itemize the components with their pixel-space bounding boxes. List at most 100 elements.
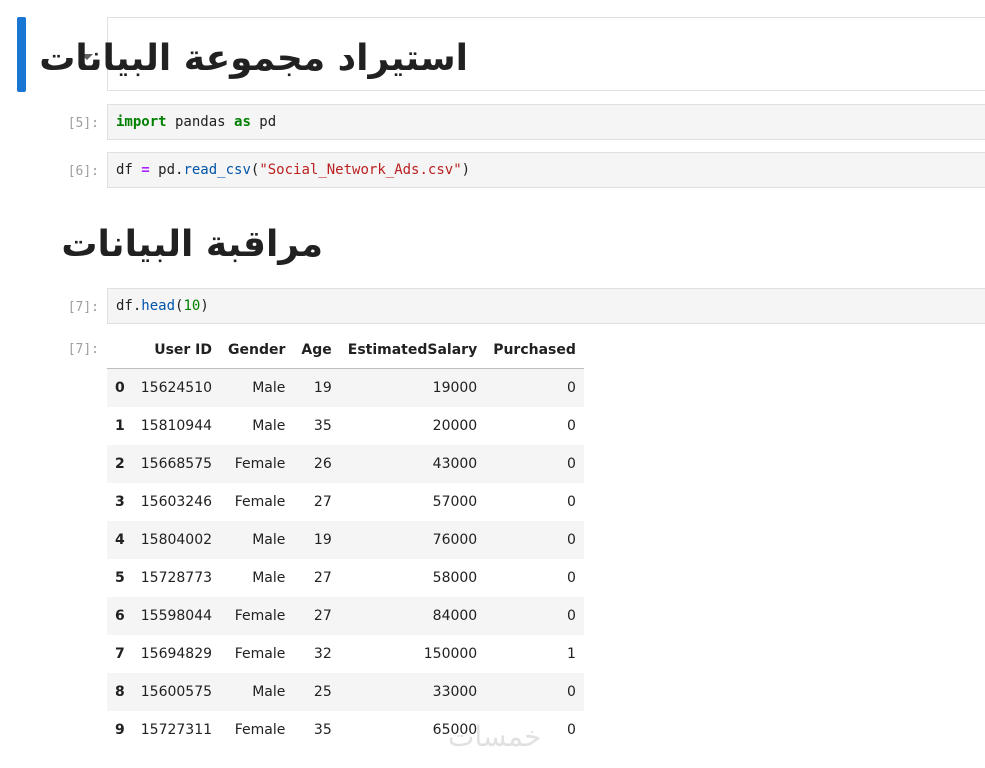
code-keyword: as bbox=[234, 114, 251, 130]
table-row: 3 15603246 Female 27 57000 0 bbox=[107, 483, 584, 521]
table-row: 8 15600575 Male 25 33000 0 bbox=[107, 672, 584, 711]
cell-gender: Female bbox=[234, 455, 286, 472]
cell-age: 27 bbox=[313, 493, 332, 510]
cell-prompt-5: [5]: bbox=[67, 116, 99, 131]
cell-estimated-salary: 76000 bbox=[432, 531, 478, 548]
table-row: 7 15694829 Female 32 150000 1 bbox=[107, 635, 584, 673]
row-index: 3 bbox=[115, 493, 125, 510]
code-text: ) bbox=[461, 162, 471, 178]
cell-age: 27 bbox=[313, 607, 332, 624]
row-index: 7 bbox=[115, 645, 125, 662]
column-header-gender: Gender bbox=[220, 332, 294, 369]
cell-user-id: 15728773 bbox=[140, 569, 213, 586]
column-header-purchased: Purchased bbox=[485, 332, 584, 369]
table-row: 6 15598044 Female 27 84000 0 bbox=[107, 596, 584, 635]
code-line: df.head(10) bbox=[116, 298, 209, 314]
cell-purchased: 0 bbox=[566, 607, 576, 624]
table-row: 2 15668575 Female 26 43000 0 bbox=[107, 444, 584, 483]
table-row: 1 15810944 Male 35 20000 0 bbox=[107, 407, 584, 445]
cell-gender: Female bbox=[234, 721, 286, 738]
cell-prompt-7: [7]: bbox=[67, 300, 99, 315]
code-number: 10 bbox=[183, 298, 201, 314]
cell-user-id: 15624510 bbox=[140, 379, 213, 396]
table-row: 0 15624510 Male 19 19000 0 bbox=[107, 368, 584, 407]
cell-estimated-salary: 84000 bbox=[432, 607, 478, 624]
code-line: import pandas as pd bbox=[116, 114, 276, 130]
cell-age: 35 bbox=[313, 721, 332, 738]
cell-gender: Male bbox=[252, 683, 286, 700]
output-prompt-7: [7]: bbox=[67, 342, 99, 357]
code-cell-read-csv[interactable]: df = pd.read_csv("Social_Network_Ads.csv… bbox=[107, 152, 985, 188]
watermark-logo: خمسات bbox=[448, 720, 542, 753]
cell-estimated-salary: 43000 bbox=[432, 455, 478, 472]
cell-user-id: 15668575 bbox=[140, 455, 213, 472]
code-string: "Social_Network_Ads.csv" bbox=[259, 162, 462, 178]
row-index: 1 bbox=[115, 417, 125, 434]
column-header-age: Age bbox=[293, 332, 340, 369]
column-header-index bbox=[107, 332, 133, 369]
table-row: 4 15804002 Male 19 76000 0 bbox=[107, 520, 584, 559]
code-text: pd bbox=[250, 114, 277, 130]
cell-purchased: 0 bbox=[566, 531, 576, 548]
cell-estimated-salary: 58000 bbox=[432, 569, 478, 586]
cell-age: 32 bbox=[313, 645, 332, 662]
active-cell-indicator[interactable] bbox=[17, 17, 26, 92]
table-header-row: User ID Gender Age EstimatedSalary Purch… bbox=[107, 332, 584, 369]
cell-age: 26 bbox=[313, 455, 332, 472]
row-index: 0 bbox=[115, 379, 125, 396]
cell-purchased: 0 bbox=[566, 417, 576, 434]
cell-prompt-6: [6]: bbox=[67, 164, 99, 179]
dataframe-output: User ID Gender Age EstimatedSalary Purch… bbox=[107, 332, 584, 749]
code-cell-head[interactable]: df.head(10) bbox=[107, 288, 985, 324]
cell-purchased: 0 bbox=[566, 493, 576, 510]
cell-purchased: 0 bbox=[566, 569, 576, 586]
row-index: 8 bbox=[115, 683, 125, 700]
cell-purchased: 0 bbox=[566, 379, 576, 396]
cell-age: 27 bbox=[313, 569, 332, 586]
column-header-estimated-salary: EstimatedSalary bbox=[339, 332, 486, 369]
notebook: استيراد مجموعة البيانات [5]: import pand… bbox=[0, 0, 985, 768]
code-keyword: import bbox=[116, 114, 167, 130]
cell-gender: Male bbox=[252, 569, 286, 586]
code-operator: = bbox=[141, 162, 150, 178]
cell-purchased: 0 bbox=[566, 683, 576, 700]
cell-age: 25 bbox=[313, 683, 332, 700]
cell-purchased: 1 bbox=[566, 645, 576, 662]
row-index: 4 bbox=[115, 531, 125, 548]
cell-estimated-salary: 33000 bbox=[432, 683, 478, 700]
cell-user-id: 15804002 bbox=[140, 531, 213, 548]
cell-user-id: 15600575 bbox=[140, 683, 213, 700]
row-index: 6 bbox=[115, 607, 125, 624]
cell-age: 19 bbox=[313, 379, 332, 396]
code-text: df. bbox=[116, 298, 142, 314]
code-text: pandas bbox=[166, 114, 235, 130]
row-index: 2 bbox=[115, 455, 125, 472]
code-line: df = pd.read_csv("Social_Network_Ads.csv… bbox=[116, 162, 470, 178]
heading-observe-data: مراقبة البيانات bbox=[61, 224, 323, 265]
cell-user-id: 15598044 bbox=[140, 607, 213, 624]
code-text: pd. bbox=[149, 162, 184, 178]
cell-user-id: 15694829 bbox=[140, 645, 213, 662]
code-function: head bbox=[141, 298, 176, 314]
code-cell-import[interactable]: import pandas as pd bbox=[107, 104, 985, 140]
cell-gender: Male bbox=[252, 379, 286, 396]
code-text: ) bbox=[200, 298, 209, 314]
table-row: 5 15728773 Male 27 58000 0 bbox=[107, 559, 584, 597]
cell-estimated-salary: 20000 bbox=[432, 417, 478, 434]
cell-gender: Female bbox=[234, 607, 286, 624]
column-header-user-id: User ID bbox=[132, 332, 221, 369]
cell-age: 19 bbox=[313, 531, 332, 548]
heading-import-dataset: استيراد مجموعة البيانات bbox=[39, 38, 468, 79]
cell-gender: Male bbox=[252, 531, 286, 548]
cell-gender: Female bbox=[234, 493, 286, 510]
cell-user-id: 15727311 bbox=[140, 721, 213, 738]
code-text: df bbox=[116, 162, 142, 178]
cell-age: 35 bbox=[313, 417, 332, 434]
cell-purchased: 0 bbox=[566, 455, 576, 472]
cell-estimated-salary: 150000 bbox=[423, 645, 478, 662]
code-function: read_csv bbox=[183, 162, 251, 178]
cell-estimated-salary: 57000 bbox=[432, 493, 478, 510]
cell-gender: Male bbox=[252, 417, 286, 434]
row-index: 9 bbox=[115, 721, 125, 738]
cell-user-id: 15810944 bbox=[140, 417, 213, 434]
